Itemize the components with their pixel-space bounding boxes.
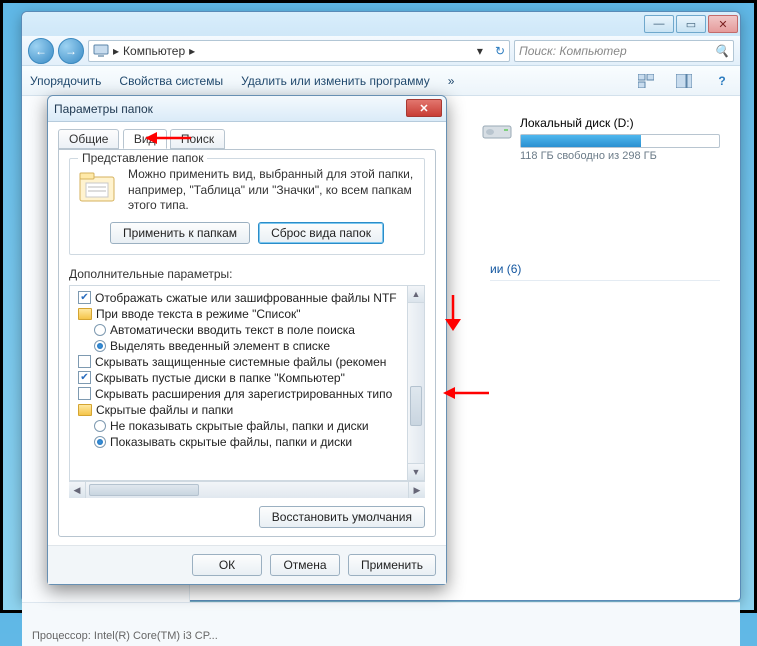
radio[interactable] (94, 324, 106, 336)
search-input[interactable]: Поиск: Компьютер 🔍 (514, 40, 734, 62)
tree-item-label: Показывать скрытые файлы, папки и диски (110, 435, 352, 449)
toolbar: Упорядочить Свойства системы Удалить или… (22, 66, 740, 96)
extra-params-label: Дополнительные параметры: (69, 267, 425, 281)
disk-capacity-bar (520, 134, 720, 148)
search-icon: 🔍 (714, 44, 729, 58)
view-groupbox: Представление папок Можно применить вид,… (69, 158, 425, 255)
scroll-down-icon[interactable]: ▼ (408, 463, 424, 480)
hscroll-thumb[interactable] (89, 484, 199, 496)
address-bar: ← → ▸ Компьютер ▸ ▾ ↻ Поиск: Компьютер 🔍 (22, 36, 740, 66)
status-processor: Процессор: Intel(R) Core(TM) i3 CP... (32, 630, 218, 642)
radio[interactable] (94, 420, 106, 432)
annotation-arrow-tabs (143, 128, 193, 148)
advanced-tree: Отображать сжатые или зашифрованные файл… (69, 285, 425, 481)
tree-item[interactable]: Скрывать пустые диски в папке "Компьютер… (74, 370, 405, 386)
tree-item[interactable]: Не показывать скрытые файлы, папки и дис… (74, 418, 405, 434)
reset-folder-view-button[interactable]: Сброс вида папок (258, 222, 384, 244)
tree-item[interactable]: Скрывать защищенные системные файлы (рек… (74, 354, 405, 370)
toolbar-properties[interactable]: Свойства системы (119, 74, 223, 88)
apply-button[interactable]: Применить (348, 554, 436, 576)
tree-item-label: Отображать сжатые или зашифрованные файл… (95, 291, 397, 305)
nav-back-button[interactable]: ← (28, 38, 54, 64)
tree-item-label: Скрывать пустые диски в папке "Компьютер… (95, 371, 345, 385)
refresh-icon[interactable]: ↻ (495, 44, 505, 58)
tree-item[interactable]: Выделять введенный элемент в списке (74, 338, 405, 354)
tree-item[interactable]: Показывать скрытые файлы, папки и диски (74, 434, 405, 450)
dialog-buttons: ОК Отмена Применить (48, 545, 446, 584)
tree-item-label: При вводе текста в режиме "Список" (96, 307, 301, 321)
tree-item-label: Выделять введенный элемент в списке (110, 339, 330, 353)
tree-item[interactable]: Скрытые файлы и папки (74, 402, 405, 418)
disk-label: Локальный диск (D:) (520, 116, 720, 130)
checkbox[interactable] (78, 355, 91, 368)
tab-general[interactable]: Общие (58, 129, 119, 149)
window-buttons: — ▭ ✕ (644, 15, 738, 33)
advanced-tree-content[interactable]: Отображать сжатые или зашифрованные файл… (70, 286, 407, 480)
tree-item-label: Автоматически вводить текст в поле поиск… (110, 323, 355, 337)
scroll-left-icon[interactable]: ◀ (69, 482, 86, 498)
disk-item[interactable]: Локальный диск (D:) 118 ГБ свободно из 2… (520, 116, 720, 162)
maximize-button[interactable]: ▭ (676, 15, 706, 33)
restore-defaults-button[interactable]: Восстановить умолчания (259, 506, 425, 528)
scroll-up-icon[interactable]: ▲ (408, 286, 424, 303)
toolbar-uninstall[interactable]: Удалить или изменить программу (241, 74, 430, 88)
folder-icon (78, 308, 92, 320)
computer-icon (93, 43, 109, 59)
cancel-button[interactable]: Отмена (270, 554, 340, 576)
ok-button[interactable]: ОК (192, 554, 262, 576)
minimize-button[interactable]: — (644, 15, 674, 33)
status-bar: Процессор: Intel(R) Core(TM) i3 CP... (22, 602, 740, 646)
search-placeholder: Поиск: Компьютер (519, 44, 627, 58)
tabs: Общие Вид Поиск (58, 128, 436, 150)
crumb-arrow-icon: ▸ (189, 44, 195, 58)
breadcrumb[interactable]: ▸ Компьютер ▸ ▾ ↻ (88, 40, 510, 62)
folder-options-dialog: Параметры папок ✕ Общие Вид Поиск Предст… (47, 95, 447, 585)
dialog-body: Общие Вид Поиск Представление папок Можн… (48, 122, 446, 545)
annotation-arrow-scroll-down (441, 293, 465, 333)
radio[interactable] (94, 436, 106, 448)
help-icon[interactable]: ? (712, 71, 732, 91)
tree-item-label: Скрытые файлы и папки (96, 403, 233, 417)
preview-pane-icon[interactable] (674, 71, 694, 91)
view-menu-icon[interactable] (636, 71, 656, 91)
toolbar-organize[interactable]: Упорядочить (30, 74, 101, 88)
radio[interactable] (94, 340, 106, 352)
annotation-arrow-option (441, 383, 491, 403)
tree-vertical-scrollbar[interactable]: ▲ ▼ (407, 286, 424, 480)
tree-item[interactable]: Отображать сжатые или зашифрованные файл… (74, 290, 405, 306)
toolbar-overflow-icon[interactable]: » (448, 74, 455, 88)
disk-icon (482, 120, 512, 142)
dropdown-icon[interactable]: ▾ (477, 44, 483, 58)
checkbox[interactable] (78, 291, 91, 304)
apply-to-folders-button[interactable]: Применить к папкам (110, 222, 250, 244)
folder-icon (78, 404, 92, 416)
dialog-titlebar: Параметры папок ✕ (48, 96, 446, 122)
scroll-thumb[interactable] (410, 386, 422, 426)
tree-item[interactable]: Скрывать расширения для зарегистрированн… (74, 386, 405, 402)
dialog-title: Параметры папок (54, 102, 153, 116)
tree-item[interactable]: При вводе текста в режиме "Список" (74, 306, 405, 322)
tree-item-label: Скрывать защищенные системные файлы (рек… (95, 355, 386, 369)
tree-horizontal-scrollbar[interactable]: ◀ ▶ (69, 481, 425, 498)
group-header[interactable]: ии (6) (490, 262, 720, 281)
scroll-right-icon[interactable]: ▶ (408, 482, 425, 498)
checkbox[interactable] (78, 387, 91, 400)
tree-item-label: Не показывать скрытые файлы, папки и дис… (110, 419, 369, 433)
view-groupbox-legend: Представление папок (78, 151, 207, 165)
folder-options-icon (78, 167, 118, 207)
breadcrumb-item[interactable]: Компьютер (123, 44, 185, 58)
dialog-close-button[interactable]: ✕ (406, 99, 442, 117)
checkbox[interactable] (78, 371, 91, 384)
tree-item[interactable]: Автоматически вводить текст в поле поиск… (74, 322, 405, 338)
tab-panel: Представление папок Можно применить вид,… (58, 149, 436, 537)
view-group-text: Можно применить вид, выбранный для этой … (128, 167, 416, 214)
close-button[interactable]: ✕ (708, 15, 738, 33)
disk-subtitle: 118 ГБ свободно из 298 ГБ (520, 150, 720, 162)
explorer-titlebar: — ▭ ✕ (22, 12, 740, 36)
tree-item-label: Скрывать расширения для зарегистрированн… (95, 387, 392, 401)
crumb-arrow-icon: ▸ (113, 44, 119, 58)
nav-forward-button[interactable]: → (58, 38, 84, 64)
